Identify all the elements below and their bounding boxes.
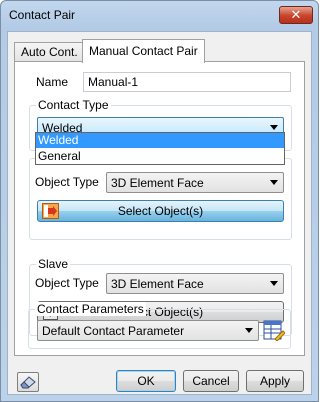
dialog-client: Auto Cont. Manual Contact Pair Name Manu… xyxy=(7,31,312,395)
close-button[interactable]: ✕ xyxy=(279,6,313,24)
name-label: Name xyxy=(36,75,69,89)
contact-type-option-general[interactable]: General xyxy=(36,149,284,164)
slave-title: Slave xyxy=(36,257,71,271)
contact-type-dropdown-list[interactable]: Welded General xyxy=(35,132,285,165)
contact-pair-dialog: Contact Pair ✕ Auto Cont. Manual Contact… xyxy=(0,0,319,402)
cancel-button[interactable]: Cancel xyxy=(183,370,239,392)
chevron-down-icon xyxy=(270,281,278,286)
ok-button[interactable]: OK xyxy=(116,370,176,392)
name-field[interactable]: Manual-1 xyxy=(83,72,291,92)
slave-object-type-label: Object Type xyxy=(35,276,99,290)
slave-object-type-value: 3D Element Face xyxy=(111,277,204,291)
window-title: Contact Pair xyxy=(9,8,76,22)
apply-button[interactable]: Apply xyxy=(246,370,304,392)
parameter-table-icon[interactable] xyxy=(263,319,286,342)
master-object-type-select[interactable]: 3D Element Face xyxy=(106,172,284,193)
master-group: Object Type 3D Element Face Select Objec… xyxy=(29,158,292,240)
contact-parameters-group: Contact Parameters Default Contact Param… xyxy=(28,302,291,349)
master-object-type-label: Object Type xyxy=(35,175,99,189)
contact-parameter-select[interactable]: Default Contact Parameter xyxy=(37,320,259,341)
slave-object-type-select[interactable]: 3D Element Face xyxy=(106,273,284,294)
contact-parameter-value: Default Contact Parameter xyxy=(42,324,185,338)
tab-auto-contact[interactable]: Auto Cont. xyxy=(14,42,85,62)
master-object-type-value: 3D Element Face xyxy=(111,176,204,190)
eraser-icon[interactable] xyxy=(17,372,39,392)
chevron-down-icon xyxy=(270,125,278,130)
contact-type-title: Contact Type xyxy=(36,98,111,112)
contact-type-option-welded[interactable]: Welded xyxy=(36,133,284,148)
contact-parameters-title: Contact Parameters xyxy=(35,302,146,316)
arrow-select-icon xyxy=(42,203,59,219)
title-bar[interactable]: Contact Pair ✕ xyxy=(1,1,318,31)
chevron-down-icon xyxy=(270,180,278,185)
master-select-objects-label: Select Object(s) xyxy=(117,204,204,218)
chevron-down-icon xyxy=(245,328,253,333)
master-select-objects-button[interactable]: Select Object(s) xyxy=(37,200,284,222)
tab-manual-contact-pair[interactable]: Manual Contact Pair xyxy=(82,39,205,63)
